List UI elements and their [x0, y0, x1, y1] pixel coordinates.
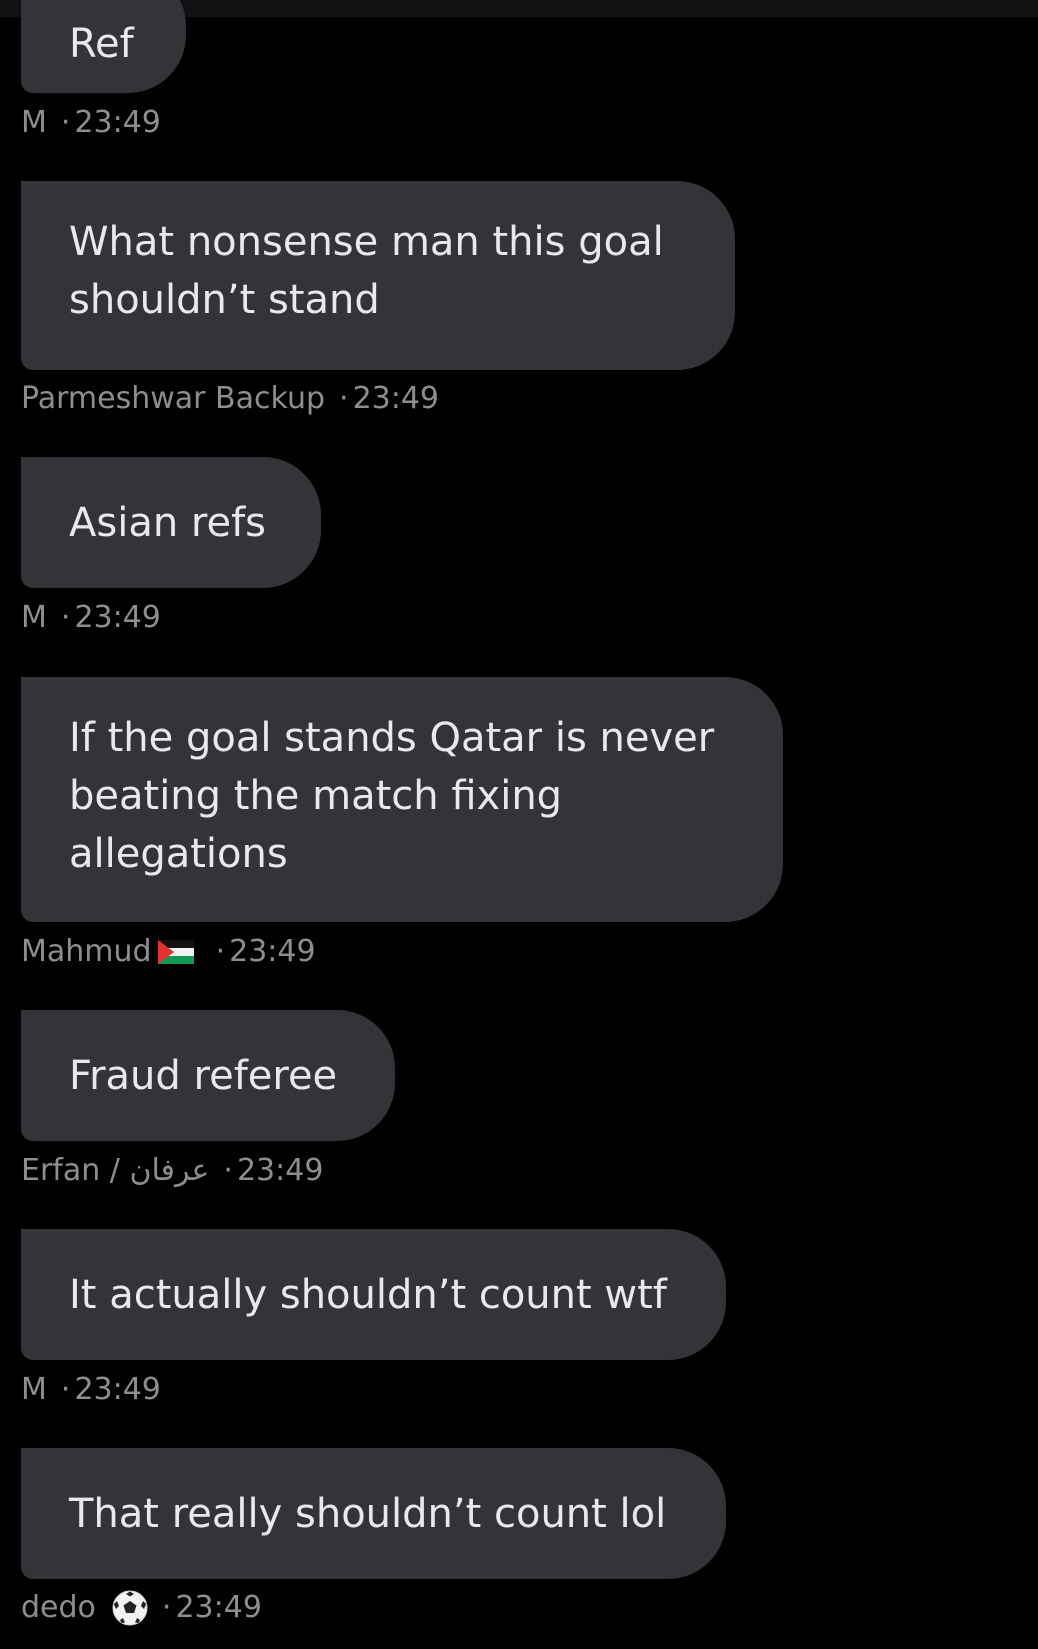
sender-name[interactable]: Erfan / عرفان: [21, 1153, 209, 1189]
sender-name[interactable]: M: [21, 105, 47, 141]
separator-dot: ·: [161, 1590, 172, 1625]
message-meta: Erfan / عرفان · 23:49: [21, 1153, 323, 1189]
message-text: Ref: [69, 20, 134, 67]
sender-name[interactable]: M: [21, 1372, 47, 1408]
message-meta: M · 23:49: [21, 600, 161, 636]
message-bubble[interactable]: If the goal stands Qatar is never beatin…: [21, 677, 783, 922]
separator-dot: ·: [215, 934, 226, 969]
sender-name[interactable]: M: [21, 600, 47, 636]
message-meta: M · 23:49: [21, 105, 161, 141]
message-text-line: What nonsense man this goal: [69, 219, 664, 265]
message-text: Asian refs: [69, 499, 266, 546]
message-bubble[interactable]: What nonsense man this goal shouldn’t st…: [21, 181, 735, 370]
timestamp: 23:49: [74, 600, 161, 635]
timestamp: 23:49: [229, 934, 316, 969]
separator-dot: ·: [60, 105, 71, 140]
timestamp: 23:49: [236, 1153, 324, 1188]
message-text-line: allegations: [69, 831, 288, 877]
separator-dot: ·: [223, 1153, 233, 1188]
message-meta: Parmeshwar Backup · 23:49: [21, 381, 439, 417]
message-meta: Mahmud · 23:49: [21, 934, 316, 970]
message-meta: dedo · 23:49: [21, 1590, 262, 1626]
timestamp: 23:49: [74, 105, 161, 140]
message-bubble[interactable]: That really shouldn’t count lol: [21, 1448, 726, 1579]
timestamp: 23:49: [352, 381, 440, 416]
sender-name[interactable]: Parmeshwar Backup: [21, 381, 325, 417]
message-text-line: If the goal stands Qatar is never: [69, 715, 715, 761]
message-text: That really shouldn’t count lol: [69, 1490, 667, 1537]
message-text-line: beating the match fixing: [69, 773, 563, 819]
separator-dot: ·: [60, 1372, 71, 1407]
message-bubble[interactable]: Asian refs: [21, 457, 321, 588]
timestamp: 23:49: [175, 1590, 262, 1625]
soccer-ball-icon: [112, 1590, 148, 1626]
sender-name[interactable]: Mahmud: [21, 934, 152, 970]
separator-dot: ·: [339, 381, 349, 416]
message-meta: M · 23:49: [21, 1372, 161, 1408]
message-text: It actually shouldn’t count wtf: [69, 1271, 667, 1318]
message-text-line: shouldn’t stand: [69, 277, 380, 323]
message-bubble[interactable]: Ref: [21, 0, 186, 93]
message-bubble[interactable]: Fraud referee: [21, 1010, 395, 1141]
palestine-flag-icon: [157, 940, 194, 964]
separator-dot: ·: [60, 600, 71, 635]
message-bubble[interactable]: It actually shouldn’t count wtf: [21, 1229, 726, 1360]
sender-name[interactable]: dedo: [21, 1590, 96, 1626]
message-text: Fraud referee: [69, 1052, 338, 1099]
timestamp: 23:49: [74, 1372, 161, 1407]
